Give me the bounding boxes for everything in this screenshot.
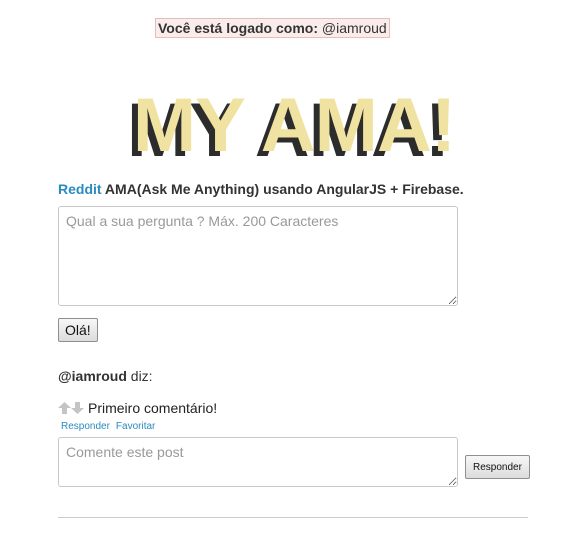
- post-author-line: @iamroud diz:: [58, 367, 153, 385]
- downvote-arrow-icon[interactable]: [71, 402, 84, 414]
- comment-text: Primeiro comentário!: [88, 400, 218, 416]
- post-divider: [58, 517, 528, 518]
- post-says: diz:: [126, 368, 153, 384]
- app-logo: MY AMA!: [132, 83, 456, 168]
- post-author[interactable]: @iamroud: [58, 368, 127, 384]
- reply-button[interactable]: Responder: [465, 455, 530, 479]
- reply-link[interactable]: Responder: [61, 421, 110, 432]
- post-comment: Primeiro comentário!: [58, 399, 217, 417]
- login-status-banner: Você está logado como: @iamroud: [155, 18, 390, 38]
- upvote-arrow-icon[interactable]: [58, 402, 71, 414]
- comment-input[interactable]: [58, 437, 458, 487]
- submit-question-button[interactable]: Olá!: [58, 318, 98, 342]
- tagline: Reddit AMA(Ask Me Anything) usando Angul…: [58, 180, 464, 198]
- login-status-label: Você está logado como:: [158, 20, 318, 36]
- login-username: @iamroud: [321, 20, 387, 36]
- favorite-link[interactable]: Favoritar: [116, 421, 155, 432]
- page: Você está logado como: @iamroud MY AMA! …: [0, 0, 588, 557]
- tagline-text: AMA(Ask Me Anything) usando AngularJS + …: [101, 181, 464, 197]
- post-actions: Responder Favoritar: [61, 421, 161, 433]
- question-input[interactable]: [58, 206, 458, 306]
- vote-controls: [58, 402, 84, 414]
- reddit-link[interactable]: Reddit: [58, 181, 102, 197]
